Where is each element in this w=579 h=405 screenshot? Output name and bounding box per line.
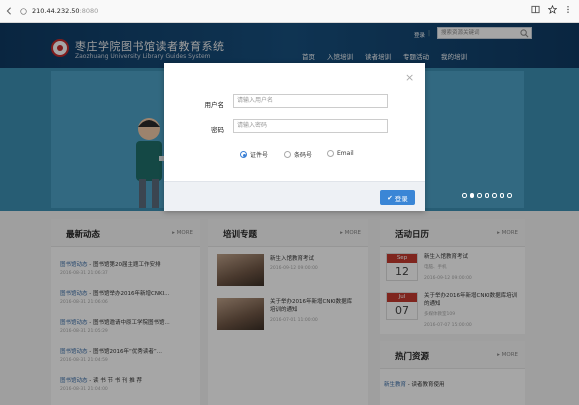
address-host: 210.44.232.50 — [32, 7, 80, 15]
slide-dot[interactable] — [492, 193, 497, 198]
login-type-id[interactable]: 证件号 — [240, 150, 268, 159]
slide-dot[interactable] — [499, 193, 504, 198]
login-button-label: 登录 — [394, 194, 408, 203]
login-button[interactable]: ✔ 登录 — [380, 190, 415, 205]
favorite-star-icon[interactable] — [547, 4, 558, 17]
login-type-barcode[interactable]: 条码号 — [284, 150, 312, 159]
banner-pagination — [462, 193, 512, 198]
username-input[interactable]: 请输入用户名 — [233, 94, 388, 108]
close-icon[interactable]: × — [405, 71, 414, 84]
radio-barcode[interactable] — [284, 151, 291, 158]
slide-dot[interactable] — [477, 193, 482, 198]
info-icon — [19, 7, 27, 15]
slide-dot[interactable] — [507, 193, 512, 198]
username-label: 用户名 — [204, 101, 225, 109]
address-port: :8080 — [79, 7, 99, 15]
check-icon: ✔ — [387, 193, 393, 202]
password-label: 密码 — [211, 126, 224, 134]
slide-dot[interactable] — [484, 193, 489, 198]
password-input[interactable]: 请输入密码 — [233, 119, 388, 133]
reader-mode-icon[interactable] — [531, 5, 540, 17]
slide-dot-active[interactable] — [469, 193, 474, 198]
radio-email[interactable] — [327, 150, 334, 157]
login-type-email[interactable]: Email — [327, 150, 354, 157]
radio-id-label: 证件号 — [250, 152, 269, 159]
more-menu-icon[interactable] — [565, 5, 571, 17]
login-modal: × 用户名 请输入用户名 密码 请输入密码 证件号 条码号 Email ✔ 登录 — [164, 63, 425, 211]
radio-id[interactable] — [240, 151, 247, 158]
slide-dot[interactable] — [462, 193, 467, 198]
address-bar[interactable]: 210.44.232.50:8080 — [19, 3, 527, 19]
modal-footer: ✔ 登录 — [164, 181, 425, 211]
back-arrow-icon[interactable] — [3, 5, 15, 17]
radio-barcode-label: 条码号 — [294, 152, 313, 159]
radio-email-label: Email — [337, 150, 354, 157]
browser-toolbar: 210.44.232.50:8080 — [0, 0, 579, 23]
